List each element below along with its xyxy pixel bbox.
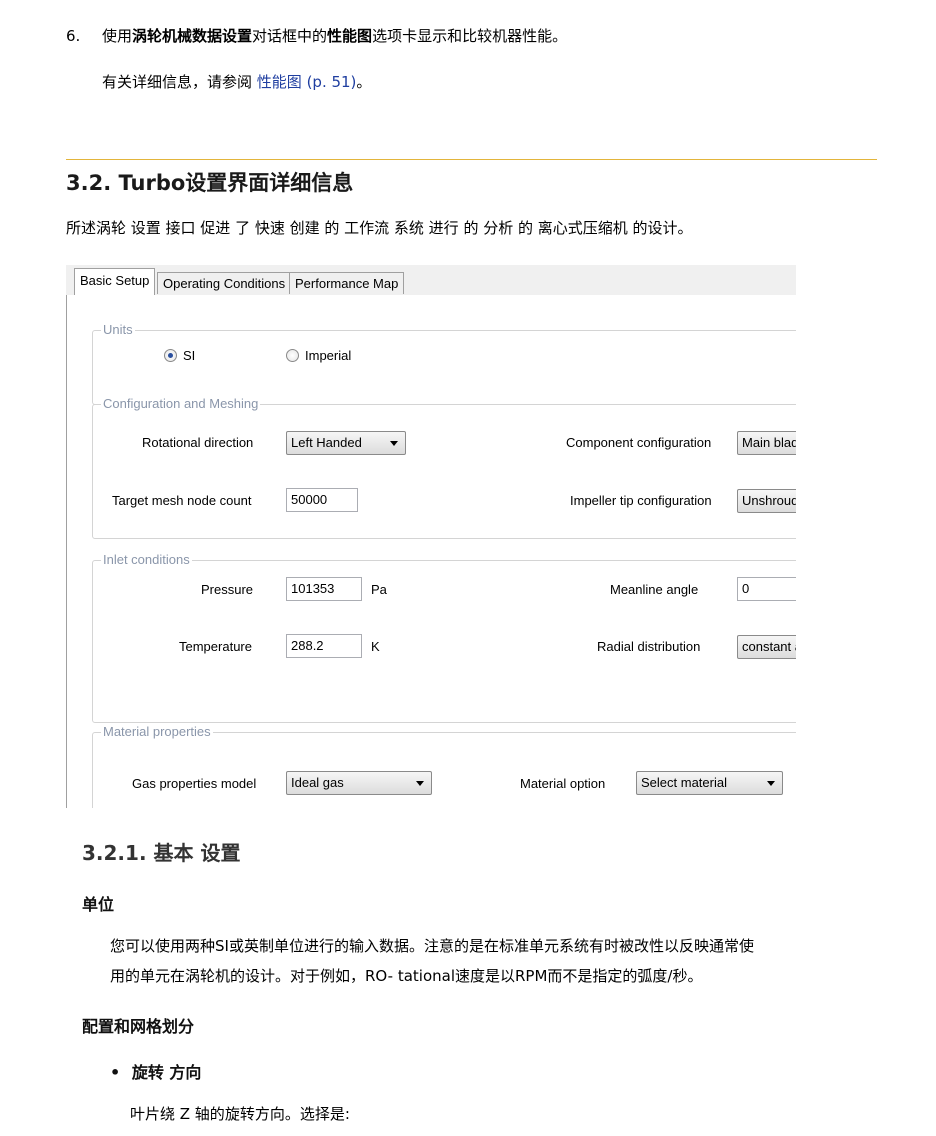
- material-group: Material properties Gas properties model…: [92, 724, 796, 808]
- temperature-label: Temperature: [179, 639, 252, 654]
- tab-operating-conditions[interactable]: Operating Conditions: [157, 272, 292, 294]
- details-post: 。: [356, 73, 372, 91]
- bullet-rotation-label: 旋转 方向: [131, 1063, 202, 1082]
- material-option-dropdown[interactable]: Select material: [636, 771, 783, 795]
- units-legend: Units: [101, 322, 135, 338]
- step-text-mid: 对话框中的: [252, 27, 328, 45]
- basic-setup-panel: Units SI Imperial Configuration and Mesh…: [66, 295, 796, 808]
- target-mesh-label: Target mesh node count: [112, 493, 252, 508]
- impeller-tip-dropdown[interactable]: Unshroud: [737, 489, 796, 513]
- imperial-label: Imperial: [305, 348, 352, 363]
- component-config-dropdown[interactable]: Main blad: [737, 431, 796, 455]
- section-heading: 3.2. Turbo设置界面详细信息: [66, 171, 354, 195]
- si-radio[interactable]: [164, 349, 177, 362]
- dialog-name: 涡轮机械数据设置: [132, 27, 253, 45]
- units-paragraph-line-1: 您可以使用两种SI或英制单位进行的输入数据。注意的是在标准单元系统有时被改性以反…: [110, 937, 754, 955]
- component-config-value: Main blad: [742, 435, 796, 450]
- step-number: 6.: [66, 27, 81, 45]
- target-mesh-input[interactable]: 50000: [286, 488, 358, 512]
- meanline-angle-input[interactable]: 0: [737, 577, 796, 601]
- impeller-tip-label: Impeller tip configuration: [570, 493, 712, 508]
- chevron-down-icon: [767, 781, 775, 786]
- section-intro: 所述涡轮 设置 接口 促进 了 快速 创建 的 工作流 系统 进行 的 分析 的…: [66, 219, 693, 237]
- gas-model-label: Gas properties model: [132, 776, 257, 791]
- bullet-item-rotation: • 旋转 方向: [110, 1059, 201, 1083]
- pressure-input[interactable]: 101353: [286, 577, 362, 601]
- radial-distribution-dropdown[interactable]: constant a: [737, 635, 796, 659]
- step-text-post: 选项卡显示和比较机器性能。: [372, 27, 568, 45]
- page-ref-link[interactable]: (p. 51): [302, 73, 357, 91]
- component-config-label: Component configuration: [566, 435, 712, 450]
- units-group: Units SI Imperial: [92, 322, 796, 405]
- inlet-group: Inlet conditions Pressure 101353 Pa Temp…: [92, 552, 796, 723]
- rotational-direction-value: Left Handed: [291, 435, 362, 450]
- imperial-radio[interactable]: [286, 349, 299, 362]
- material-option-label: Material option: [520, 776, 606, 791]
- details-pre: 有关详细信息，请参阅: [102, 73, 257, 91]
- chevron-down-icon: [390, 441, 398, 446]
- pressure-label: Pressure: [201, 582, 254, 597]
- impeller-tip-value: Unshroud: [742, 493, 796, 508]
- radial-distribution-value: constant a: [742, 639, 796, 654]
- step-text-pre: 使用: [102, 27, 133, 45]
- step-6-text: 使用涡轮机械数据设置对话框中的性能图选项卡显示和比较机器性能。: [102, 26, 567, 46]
- config-heading: 配置和网格划分: [82, 1017, 195, 1036]
- bullet-icon: •: [110, 1063, 121, 1082]
- units-heading: 单位: [82, 895, 115, 914]
- tab-performance-map[interactable]: Performance Map: [289, 272, 405, 294]
- material-legend: Material properties: [101, 724, 213, 740]
- radial-distribution-label: Radial distribution: [597, 639, 701, 654]
- rotational-direction-label: Rotational direction: [142, 435, 254, 450]
- tab-name: 性能图: [327, 27, 373, 45]
- gas-model-dropdown[interactable]: Ideal gas: [286, 771, 432, 795]
- performance-map-link[interactable]: 性能图: [257, 73, 302, 91]
- tab-basic-setup[interactable]: Basic Setup: [74, 268, 156, 296]
- si-label: SI: [183, 348, 196, 363]
- configuration-legend: Configuration and Meshing: [101, 396, 261, 412]
- chevron-down-icon: [416, 781, 424, 786]
- details-line: 有关详细信息，请参阅 性能图 (p. 51)。: [102, 72, 371, 92]
- temperature-input[interactable]: 288.2: [286, 634, 362, 658]
- rotation-description: 叶片绕 Z 轴的旋转方向。选择是:: [130, 1105, 350, 1123]
- turbo-setup-dialog: Basic Setup Operating Conditions Perform…: [66, 265, 796, 808]
- configuration-group: Configuration and Meshing Rotational dir…: [92, 396, 796, 539]
- units-paragraph-line-2: 用的单元在涡轮机的设计。对于例如，RO- tational速度是以RPM而不是指…: [110, 967, 703, 985]
- temperature-unit: K: [371, 639, 380, 654]
- pressure-unit: Pa: [371, 582, 387, 597]
- inlet-legend: Inlet conditions: [101, 552, 192, 568]
- meanline-angle-label: Meanline angle: [610, 582, 699, 597]
- subsection-heading: 3.2.1. 基本 设置: [82, 841, 241, 865]
- rotational-direction-dropdown[interactable]: Left Handed: [286, 431, 406, 455]
- tab-strip: Basic Setup Operating Conditions Perform…: [66, 265, 796, 296]
- section-rule: [66, 159, 877, 160]
- material-option-value: Select material: [641, 775, 727, 790]
- gas-model-value: Ideal gas: [291, 775, 344, 790]
